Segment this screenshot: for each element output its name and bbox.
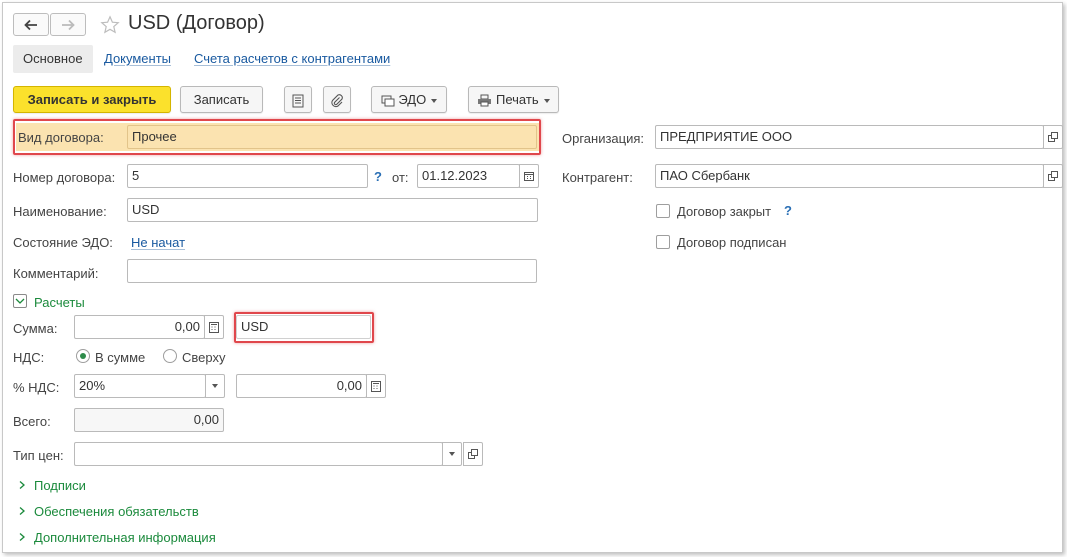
chevron-down-icon <box>543 98 550 103</box>
tab-documents[interactable]: Документы <box>104 45 171 73</box>
counterparty-open-button[interactable] <box>1043 164 1063 188</box>
arrow-right-icon <box>62 19 75 30</box>
help-icon[interactable]: ? <box>374 169 382 184</box>
calculator-button[interactable] <box>204 315 224 339</box>
contract-number-label: Номер договора: <box>13 170 116 185</box>
organization-open-button[interactable] <box>1043 125 1063 149</box>
comment-field[interactable] <box>127 259 537 283</box>
open-link-icon <box>1048 132 1058 142</box>
vat-label: НДС: <box>13 350 45 365</box>
open-link-icon <box>468 449 478 459</box>
contract-signed-label: Договор подписан <box>677 235 787 250</box>
document-list-icon <box>292 94 304 108</box>
total-field: 0,00 <box>74 408 224 432</box>
vat-amount-field[interactable]: 0,00 <box>236 374 367 398</box>
vat-on-top-radio[interactable] <box>163 349 177 363</box>
calculator-icon <box>371 380 381 392</box>
chevron-down-icon <box>212 384 218 388</box>
contract-number-field[interactable]: 5 <box>127 164 368 188</box>
price-type-select[interactable] <box>74 442 443 466</box>
printer-icon <box>478 94 492 107</box>
price-type-label: Тип цен: <box>13 448 64 463</box>
calendar-button[interactable] <box>519 164 539 188</box>
date-label: от: <box>392 170 409 185</box>
section-obligations[interactable]: Обеспечения обязательств <box>34 504 199 520</box>
star-icon[interactable] <box>100 15 120 35</box>
chevron-down-icon <box>15 298 25 304</box>
name-field[interactable]: USD <box>127 198 538 222</box>
counterparty-label: Контрагент: <box>562 170 633 185</box>
attach-button[interactable] <box>323 86 351 113</box>
print-button[interactable]: Печать <box>468 86 559 113</box>
save-and-close-button[interactable]: Записать и закрыть <box>13 86 171 113</box>
organization-label: Организация: <box>562 131 645 146</box>
collapse-toggle[interactable] <box>13 294 27 308</box>
tab-main[interactable]: Основное <box>13 45 93 73</box>
vat-rate-dropdown-button[interactable] <box>205 374 225 398</box>
calculator-button[interactable] <box>366 374 386 398</box>
print-button-label: Печать <box>496 92 539 107</box>
price-type-dropdown-button[interactable] <box>442 442 462 466</box>
contract-closed-label: Договор закрыт <box>677 204 772 219</box>
calendar-icon <box>524 172 534 181</box>
edo-state-label: Состояние ЭДО: <box>13 235 113 250</box>
edo-icon <box>381 95 395 107</box>
edo-state-link[interactable]: Не начат <box>131 235 185 251</box>
sum-label: Сумма: <box>13 321 58 336</box>
vat-in-sum-radio[interactable] <box>76 349 90 363</box>
help-icon[interactable]: ? <box>784 203 792 218</box>
edo-button[interactable]: ЭДО <box>371 86 447 113</box>
form-window: USD (Договор) Основное Документы Счета р… <box>2 2 1063 553</box>
total-label: Всего: <box>13 414 51 429</box>
chevron-right-icon <box>19 507 25 515</box>
section-signatures[interactable]: Подписи <box>34 478 86 494</box>
vat-in-sum-label: В сумме <box>95 350 146 365</box>
chevron-down-icon <box>449 452 455 456</box>
chevron-right-icon <box>19 533 25 541</box>
calculator-icon <box>209 321 219 333</box>
annotation-highlight <box>13 119 541 155</box>
open-link-icon <box>1048 171 1058 181</box>
report-button[interactable] <box>284 86 312 113</box>
edo-button-label: ЭДО <box>398 92 427 107</box>
settlements-section-title[interactable]: Расчеты <box>34 295 85 311</box>
back-button[interactable] <box>13 13 49 36</box>
price-type-open-button[interactable] <box>463 442 483 466</box>
tab-settlement-accounts[interactable]: Счета расчетов с контрагентами <box>194 45 390 73</box>
chevron-right-icon <box>19 481 25 489</box>
chevron-down-icon <box>431 98 438 103</box>
contract-closed-checkbox[interactable] <box>656 204 670 218</box>
paperclip-icon <box>331 93 343 107</box>
save-button[interactable]: Записать <box>180 86 263 113</box>
organization-field[interactable]: ПРЕДПРИЯТИЕ ООО <box>655 125 1044 149</box>
vat-rate-label: % НДС: <box>13 380 60 395</box>
name-label: Наименование: <box>13 204 107 219</box>
comment-label: Комментарий: <box>13 266 99 281</box>
counterparty-field[interactable]: ПАО Сбербанк <box>655 164 1044 188</box>
sum-field[interactable]: 0,00 <box>74 315 205 339</box>
vat-on-top-label: Сверху <box>182 350 226 365</box>
contract-signed-checkbox[interactable] <box>656 235 670 249</box>
forward-button[interactable] <box>50 13 86 36</box>
section-additional-info[interactable]: Дополнительная информация <box>34 530 216 546</box>
vat-rate-select[interactable]: 20% <box>74 374 206 398</box>
arrow-left-icon <box>24 19 37 30</box>
page-title: USD (Договор) <box>128 12 265 34</box>
contract-date-field[interactable]: 01.12.2023 <box>417 164 520 188</box>
annotation-highlight <box>234 312 374 343</box>
